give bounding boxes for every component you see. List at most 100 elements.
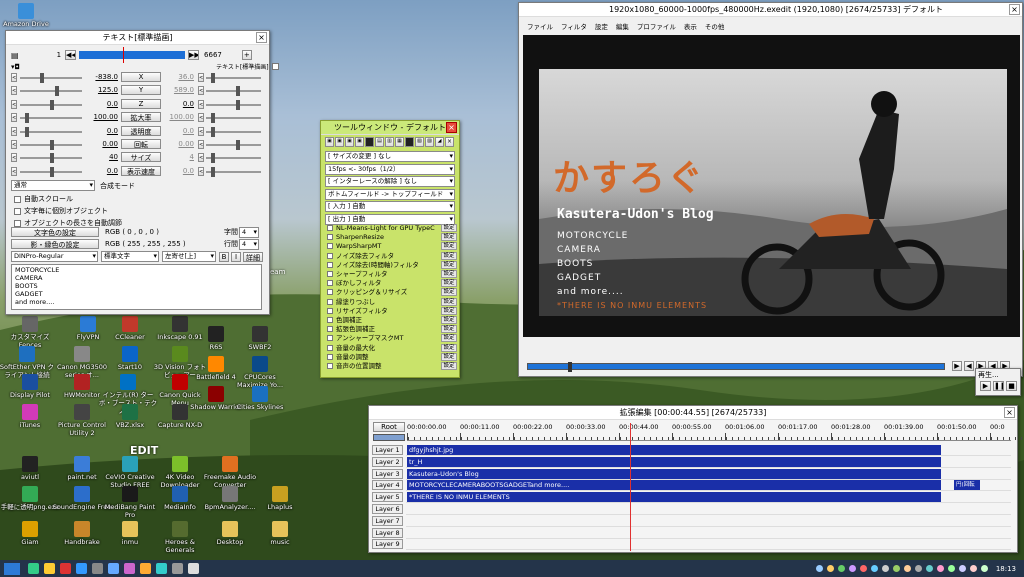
- tool-select[interactable]: 15fps <- 30fps（1/2）: [325, 163, 455, 175]
- param-value-end[interactable]: 0.0: [162, 167, 194, 175]
- param-slider-left[interactable]: [20, 99, 82, 110]
- param-value-start[interactable]: 0.0: [86, 127, 118, 135]
- filter-checkbox[interactable]: [327, 252, 333, 259]
- playback-title[interactable]: 再生...: [976, 369, 1020, 381]
- filter-settings-button[interactable]: 設定: [441, 224, 457, 232]
- align-select[interactable]: 左寄せ[上]: [162, 251, 216, 262]
- taskbar-app-icon[interactable]: [28, 563, 39, 574]
- filter-settings-button[interactable]: 設定: [441, 233, 457, 242]
- param-arrow-left[interactable]: <: [11, 126, 17, 136]
- param-value-start[interactable]: 0.0: [86, 167, 118, 175]
- text-color-button[interactable]: 文字色の設定: [11, 227, 99, 237]
- param-slider-left[interactable]: [20, 113, 82, 124]
- param-arrow-left[interactable]: <: [11, 86, 17, 96]
- tool-icon[interactable]: ▣: [345, 137, 354, 147]
- tool-icon[interactable]: ▨: [425, 137, 434, 147]
- param-arrow-right[interactable]: <: [198, 113, 204, 123]
- param-slider-right[interactable]: [206, 113, 261, 124]
- stop-icon[interactable]: ■: [1006, 381, 1017, 391]
- menu-item[interactable]: 編集: [616, 21, 629, 31]
- tool-icon[interactable]: ▣: [325, 137, 334, 147]
- layer-label[interactable]: Layer 2: [372, 456, 403, 467]
- close-button[interactable]: ×: [256, 32, 267, 43]
- layer-label[interactable]: Layer 7: [372, 515, 403, 526]
- desktop-icon[interactable]: 手軽に透明png.exe: [0, 486, 60, 511]
- filter-settings-button[interactable]: 設定: [441, 316, 457, 324]
- param-arrow-right[interactable]: <: [198, 166, 204, 176]
- tray-icon[interactable]: [903, 565, 911, 572]
- tool-select[interactable]: [ 出力 ] 自動: [325, 213, 455, 225]
- filter-checkbox[interactable]: [327, 344, 333, 351]
- param-name-button[interactable]: サイズ: [121, 152, 161, 163]
- close-button[interactable]: ×: [446, 122, 457, 133]
- start-icon[interactable]: [4, 562, 20, 575]
- filter-settings-button[interactable]: 設定: [441, 362, 457, 370]
- menu-item[interactable]: 設定: [595, 21, 608, 31]
- param-slider-left[interactable]: [20, 153, 82, 164]
- tray-icon[interactable]: [881, 565, 889, 572]
- filter-checkbox[interactable]: [327, 280, 333, 287]
- taskbar-app-icon[interactable]: [44, 563, 55, 574]
- desktop-icon[interactable]: Freemake Audio Converter: [200, 456, 260, 489]
- param-slider-right[interactable]: [206, 166, 261, 177]
- layer-label[interactable]: Layer 9: [372, 539, 403, 550]
- tray-icon[interactable]: [969, 565, 977, 572]
- param-arrow-right[interactable]: <: [198, 126, 204, 136]
- tray-icon[interactable]: [958, 565, 966, 572]
- frame-range-bar[interactable]: [79, 47, 186, 63]
- layer-track[interactable]: [406, 504, 1011, 515]
- filter-settings-button[interactable]: 設定: [441, 343, 457, 352]
- param-value-start[interactable]: 100.00: [86, 113, 119, 121]
- layer-label[interactable]: Layer 8: [372, 527, 403, 538]
- tool-select[interactable]: ボトムフィールド -> トップフィールド: [325, 188, 455, 200]
- close-button[interactable]: ×: [1009, 4, 1020, 15]
- param-arrow-left[interactable]: <: [11, 166, 17, 176]
- filter-settings-button[interactable]: 設定: [441, 279, 457, 288]
- desktop-icon-amazon-drive[interactable]: Amazon Drive: [0, 3, 56, 28]
- preview-titlebar[interactable]: 1920x1080_60000-1000fps_480000Hz.exedit …: [519, 3, 1022, 17]
- desktop-icon[interactable]: SWBF2: [230, 326, 290, 351]
- param-name-button[interactable]: Z: [121, 98, 161, 109]
- frame-edit-icon[interactable]: ▤: [11, 51, 19, 60]
- layer-track[interactable]: [406, 539, 1011, 551]
- filter-checkbox[interactable]: [327, 335, 333, 342]
- camera-icon[interactable]: ▾◘: [11, 63, 20, 71]
- tray-icon[interactable]: [914, 565, 922, 572]
- timeline-clip[interactable]: MOTORCYCLECAMERABOOTSGADGETand more....: [407, 480, 941, 491]
- param-value-end[interactable]: 0.0: [162, 100, 194, 108]
- param-value-end[interactable]: 100.00: [162, 113, 195, 121]
- timeline-clip[interactable]: tr_H: [407, 456, 941, 467]
- param-slider-right[interactable]: [206, 73, 261, 83]
- param-arrow-left[interactable]: <: [11, 99, 17, 109]
- desktop-icon[interactable]: カスタマイズ Fences: [0, 316, 60, 349]
- menu-item[interactable]: フィルタ: [561, 21, 587, 31]
- tray-icon[interactable]: [859, 565, 867, 572]
- param-arrow-right[interactable]: <: [198, 73, 204, 82]
- filter-settings-button[interactable]: 設定: [441, 325, 457, 334]
- taskbar-app-icon[interactable]: [140, 563, 151, 574]
- desktop-icon[interactable]: aviutl: [0, 456, 60, 481]
- param-arrow-right[interactable]: <: [198, 86, 204, 96]
- frame-next-button[interactable]: ▶▶: [188, 50, 200, 60]
- clock[interactable]: 18:13: [996, 565, 1016, 573]
- param-arrow-left[interactable]: <: [11, 113, 17, 123]
- param-slider-left[interactable]: [20, 86, 82, 97]
- taskbar-app-icon[interactable]: [124, 563, 135, 574]
- filter-checkbox[interactable]: [327, 307, 333, 314]
- blend-mode-select[interactable]: 通常: [11, 180, 95, 191]
- param-value-end[interactable]: 0.0: [162, 127, 194, 135]
- layer-label[interactable]: Layer 1: [372, 445, 403, 455]
- prev-frame-icon[interactable]: ◀: [964, 361, 974, 371]
- param-value-end[interactable]: 589.0: [162, 86, 194, 94]
- param-name-button[interactable]: 拡大率: [121, 112, 161, 123]
- pause-icon[interactable]: ❚❚: [993, 381, 1004, 391]
- desktop-icon[interactable]: Display Pilot: [0, 374, 60, 399]
- filter-checkbox[interactable]: [327, 298, 333, 305]
- tray-icon[interactable]: [925, 565, 933, 572]
- menu-item[interactable]: 表示: [684, 21, 697, 31]
- param-value-end[interactable]: 36.0: [162, 73, 194, 81]
- tool-select[interactable]: [ インターレースの解除 ] なし: [325, 176, 455, 187]
- param-slider-left[interactable]: [20, 140, 82, 150]
- filter-checkbox[interactable]: [327, 261, 333, 268]
- param-slider-right[interactable]: [206, 99, 261, 110]
